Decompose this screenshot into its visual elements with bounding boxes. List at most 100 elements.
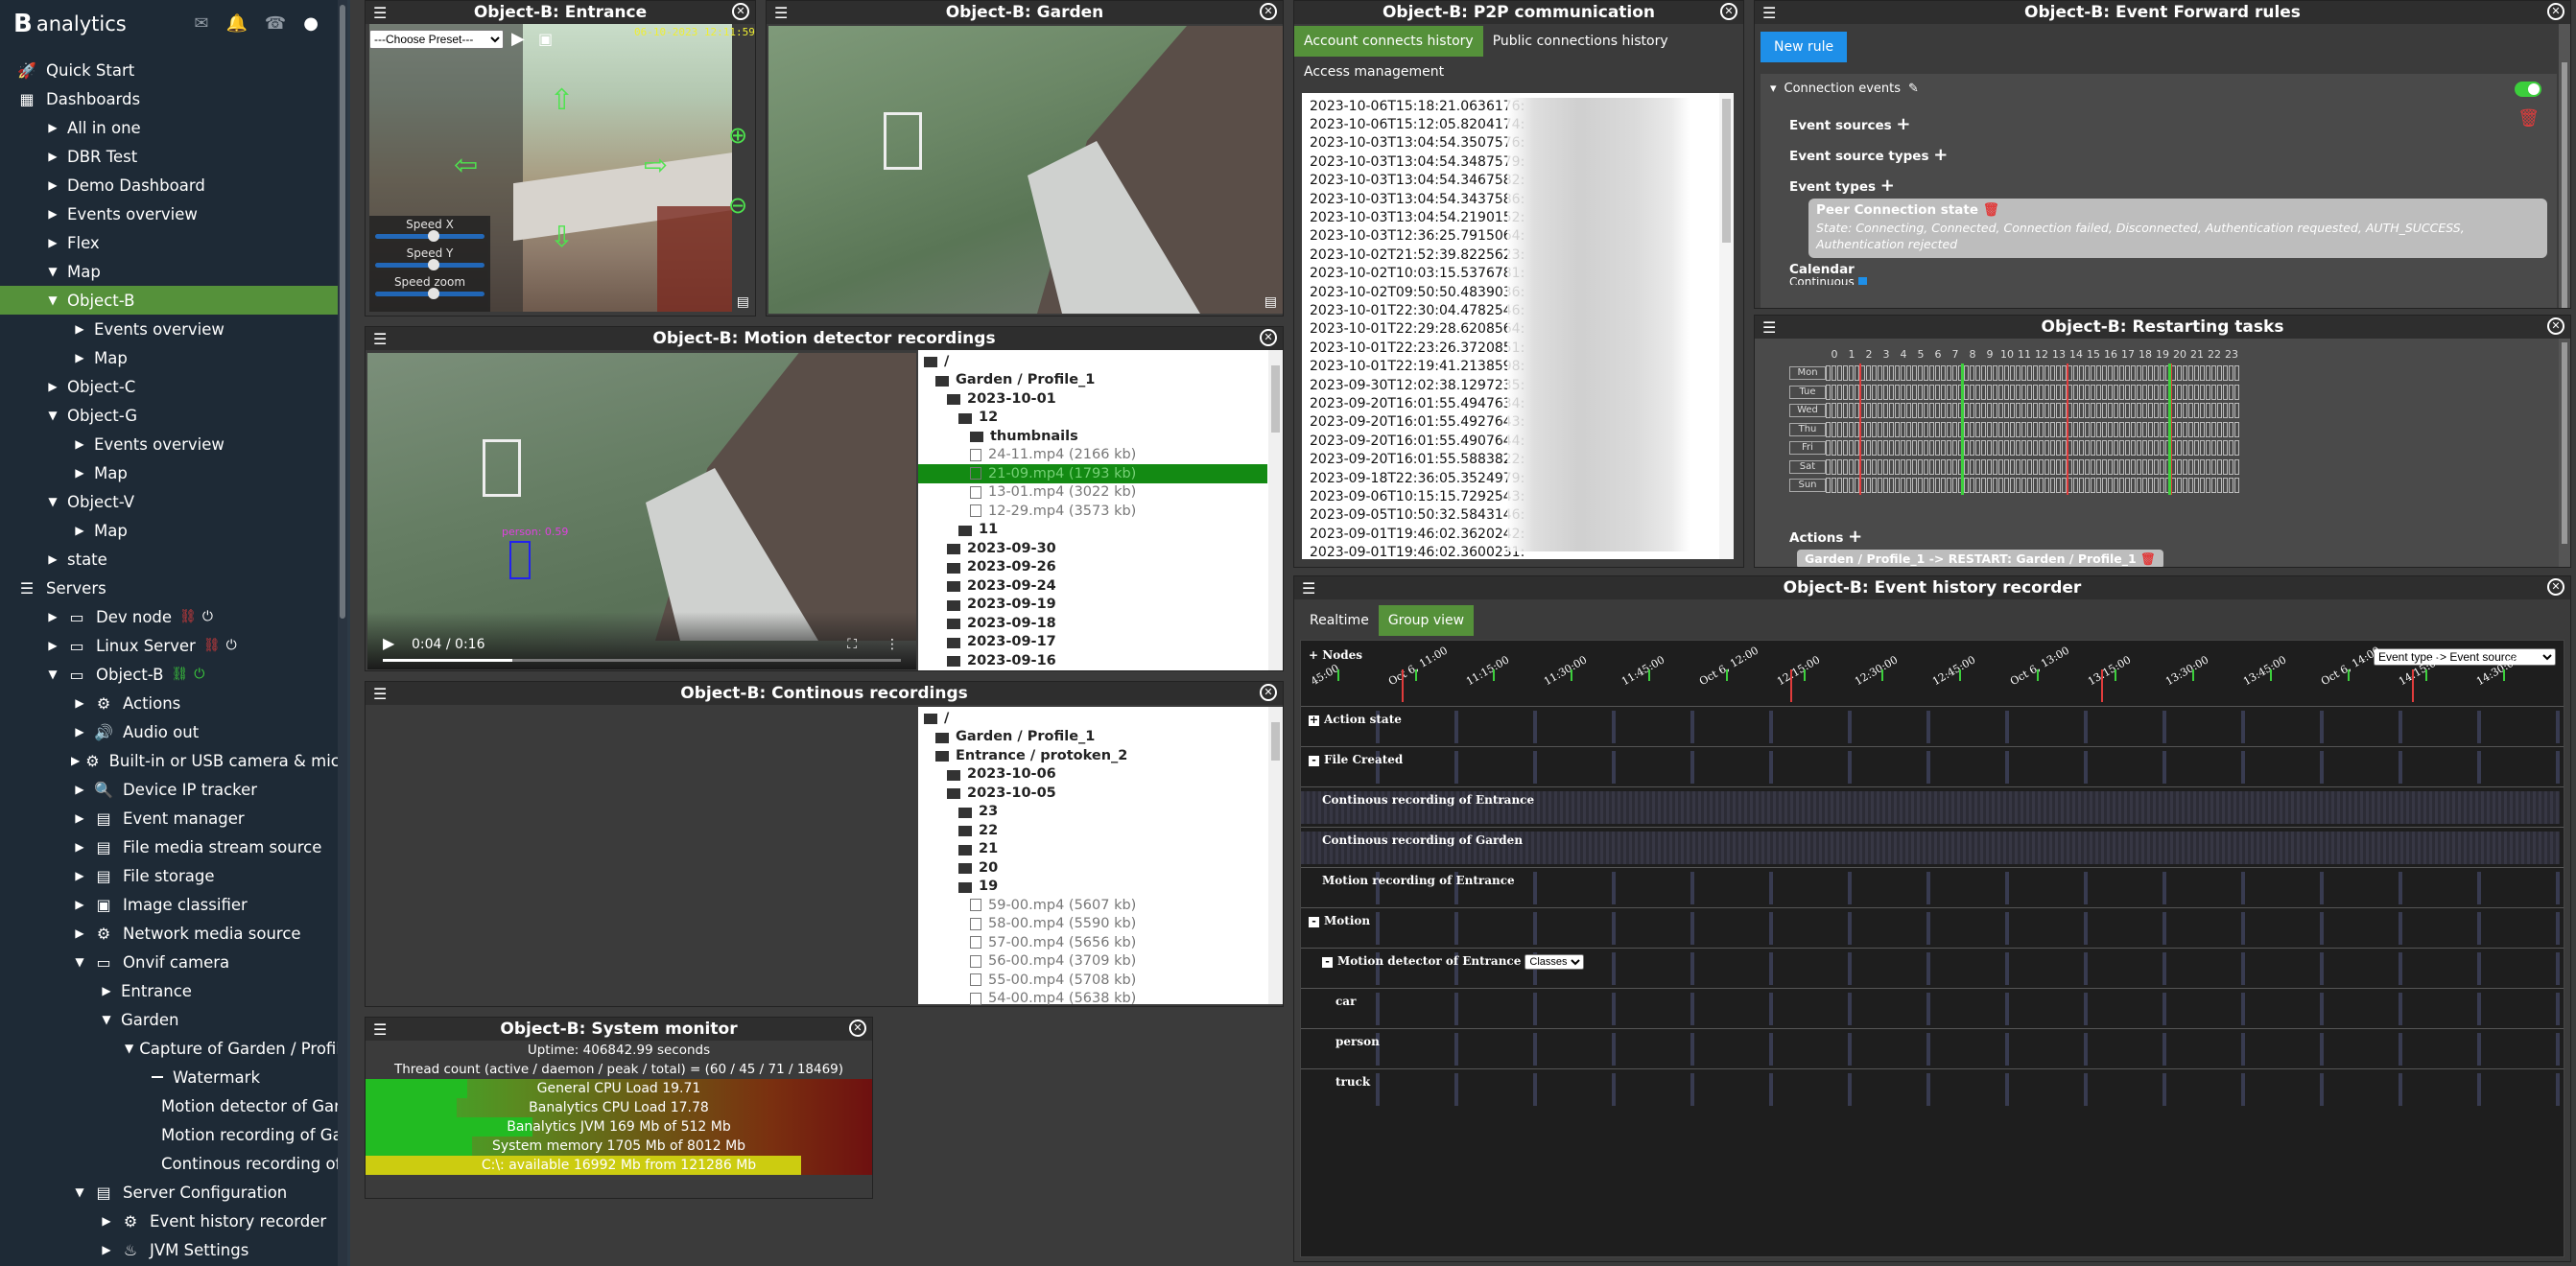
- schedule-cell[interactable]: [1952, 403, 1957, 418]
- schedule-cell[interactable]: [1906, 458, 1911, 475]
- schedule-cell[interactable]: [2119, 458, 2124, 475]
- schedule-cell[interactable]: [2119, 478, 2124, 493]
- folder-item[interactable]: 2023-09-24: [918, 576, 1267, 596]
- schedule-cell[interactable]: [1998, 440, 2003, 456]
- schedule-cell[interactable]: [2223, 365, 2228, 381]
- sidebar-item[interactable]: ▶ ▭ Dev node ⛓ ⏻: [0, 602, 347, 631]
- close-icon[interactable]: ✕: [849, 1020, 866, 1037]
- schedule-cell[interactable]: [2016, 478, 2021, 493]
- schedule-cell[interactable]: [2206, 403, 2210, 418]
- schedule-cell[interactable]: [2044, 403, 2049, 418]
- sidebar-item[interactable]: ▶ ▣ Image classifier: [0, 890, 347, 919]
- sidebar-item[interactable]: ▶ ⚙ Event history recorder: [0, 1207, 347, 1235]
- schedule-cell[interactable]: [2229, 478, 2233, 493]
- zoom-in-icon[interactable]: ⊕: [728, 122, 747, 149]
- folder-item[interactable]: 2023-09-26: [918, 558, 1267, 577]
- schedule-cell[interactable]: [1895, 440, 1900, 456]
- schedule-cell[interactable]: [2073, 458, 2078, 475]
- schedule-cell[interactable]: [2073, 478, 2078, 493]
- schedule-cell[interactable]: [1941, 440, 1946, 456]
- schedule-cell[interactable]: [1975, 478, 1980, 493]
- schedule-cell[interactable]: [1918, 384, 1923, 400]
- expand-icon[interactable]: ▶: [44, 150, 61, 163]
- schedule-cell[interactable]: [1878, 403, 1882, 418]
- schedule-cell[interactable]: [2004, 403, 2009, 418]
- schedule-cell[interactable]: [1837, 384, 1842, 400]
- schedule-cell[interactable]: [1981, 478, 1986, 493]
- file-item[interactable]: 56-00.mp4 (3709 kb): [918, 952, 1267, 972]
- folder-item[interactable]: 2023-09-16: [918, 651, 1267, 670]
- schedule-cell[interactable]: [1947, 478, 1951, 493]
- timeline-event-bar[interactable]: [1301, 993, 2560, 1025]
- add-event-type-icon[interactable]: +: [1880, 176, 1895, 196]
- schedule-cell[interactable]: [1912, 478, 1917, 493]
- schedule-cell[interactable]: [2010, 403, 2015, 418]
- schedule-cell[interactable]: [1849, 403, 1854, 418]
- sidebar-item[interactable]: ☰ Servers: [0, 574, 347, 602]
- folder-item[interactable]: 22: [918, 821, 1267, 840]
- schedule-cell[interactable]: [1826, 421, 1831, 437]
- schedule-cell[interactable]: [2183, 458, 2187, 475]
- sidebar-item[interactable]: ▶ ⚙ Actions: [0, 689, 347, 717]
- save-icon[interactable]: ▣: [538, 30, 553, 48]
- schedule-cell[interactable]: [2223, 478, 2228, 493]
- schedule-cell[interactable]: [2056, 365, 2061, 381]
- schedule-cell[interactable]: [1981, 421, 1986, 437]
- schedule-cell[interactable]: [1912, 384, 1917, 400]
- collapse-icon[interactable]: ▾: [1770, 82, 1777, 96]
- close-icon[interactable]: ✕: [2547, 3, 2564, 20]
- schedule-cell[interactable]: [2125, 440, 2130, 456]
- folder-item[interactable]: 2023-10-01: [918, 389, 1267, 409]
- schedule-cell[interactable]: [1993, 478, 1997, 493]
- schedule-cell[interactable]: [2027, 458, 2032, 475]
- schedule-cell[interactable]: [1929, 403, 1934, 418]
- phone-icon[interactable]: ☎: [265, 13, 286, 34]
- schedule-cell[interactable]: [2223, 458, 2228, 475]
- schedule-cell[interactable]: [2044, 365, 2049, 381]
- folder-item[interactable]: 11: [918, 521, 1267, 540]
- schedule-cell[interactable]: [2091, 440, 2095, 456]
- schedule-cell[interactable]: [1866, 458, 1871, 475]
- schedule-cell[interactable]: [2229, 384, 2233, 400]
- schedule-cell[interactable]: [1924, 478, 1928, 493]
- collapse-icon[interactable]: ▼: [44, 668, 61, 681]
- schedule-cell[interactable]: [2194, 365, 2199, 381]
- schedule-cell[interactable]: [2206, 440, 2210, 456]
- tab-access-management[interactable]: Access management: [1294, 57, 1453, 87]
- schedule-cell[interactable]: [2039, 421, 2044, 437]
- schedule-cell[interactable]: [1975, 458, 1980, 475]
- schedule-cell[interactable]: [1826, 458, 1831, 475]
- schedule-cell[interactable]: [2108, 478, 2113, 493]
- schedule-cell[interactable]: [2206, 365, 2210, 381]
- schedule-cell[interactable]: [1935, 365, 1940, 381]
- schedule-cell[interactable]: [2177, 440, 2182, 456]
- sidebar-item[interactable]: ▶ All in one: [0, 113, 347, 142]
- schedule-cell[interactable]: [1878, 478, 1882, 493]
- schedule-cell[interactable]: [2096, 384, 2101, 400]
- schedule-cell[interactable]: [1993, 384, 1997, 400]
- garden-camera-view[interactable]: [768, 26, 1283, 314]
- schedule-cell[interactable]: [2211, 421, 2216, 437]
- collapse-icon[interactable]: ▼: [44, 265, 61, 278]
- schedule-cell[interactable]: [2160, 384, 2164, 400]
- schedule-cell[interactable]: [1883, 440, 1888, 456]
- folder-item[interactable]: 12: [918, 409, 1267, 428]
- folder-item[interactable]: 2023-09-17: [918, 633, 1267, 652]
- file-item[interactable]: 24-11.mp4 (2166 kb): [918, 446, 1267, 465]
- schedule-cell[interactable]: [1970, 365, 1974, 381]
- schedule-cell[interactable]: [2102, 440, 2107, 456]
- schedule-cell[interactable]: [2044, 478, 2049, 493]
- schedule-cell[interactable]: [1929, 421, 1934, 437]
- schedule-cell[interactable]: [1901, 478, 1905, 493]
- schedule-cell[interactable]: [2027, 403, 2032, 418]
- schedule-cell[interactable]: [2223, 421, 2228, 437]
- schedule-cell[interactable]: [2102, 421, 2107, 437]
- schedule-cell[interactable]: [1912, 458, 1917, 475]
- continous-video-area[interactable]: [367, 707, 916, 1004]
- schedule-cell[interactable]: [2102, 403, 2107, 418]
- schedule-cell[interactable]: [2050, 365, 2055, 381]
- expand-row-icon[interactable]: +: [1309, 715, 1319, 726]
- speed-x-slider[interactable]: [375, 230, 484, 242]
- menu-icon[interactable]: ☰: [373, 1020, 387, 1039]
- schedule-cell[interactable]: [1935, 440, 1940, 456]
